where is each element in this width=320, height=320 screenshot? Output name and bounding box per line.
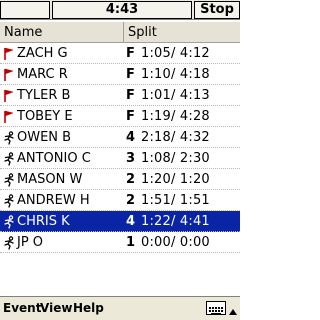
status-bar: 4:43 Stop [0,0,240,20]
runner-lap: F [126,88,135,103]
column-header-split[interactable]: Split [124,22,240,43]
list-header: Name Split [0,22,240,43]
runner-lap: F [126,67,135,82]
status-left-panel [0,1,50,19]
runner-row[interactable]: MARC R F 1:10/ 4:18 [0,64,240,85]
runner-name: ANDREW H [17,193,90,208]
runner-name: ZACH G [17,46,68,61]
runner-name: OWEN B [17,130,72,145]
runner-name: CHRIS K [17,214,70,229]
runner-lap: 4 [126,130,136,145]
runner-icon [2,131,16,145]
runner-row[interactable]: ANDREW H 2 1:51/ 1:51 [0,190,240,211]
runner-name: ANTONIO C [17,151,91,166]
runner-split: 1:10/ 4:18 [141,67,210,82]
runner-name: MASON W [17,172,83,187]
runner-split: 1:22/ 4:41 [141,214,210,229]
runner-icon [2,173,16,187]
menu-help[interactable]: Help [73,297,104,319]
runner-icon [2,236,16,250]
runner-icon [2,194,16,208]
menu-bar: Event View Help [0,296,240,320]
flag-icon [2,47,16,61]
runner-name: TYLER B [17,88,71,103]
runner-split: 2:18/ 4:32 [141,130,210,145]
runner-row[interactable]: OWEN B 4 2:18/ 4:32 [0,127,240,148]
runner-list: ZACH G F 1:05/ 4:12 MARC R F 1:10/ 4:18 TYLER … [0,43,240,253]
runner-row[interactable]: MASON W 2 1:20/ 1:20 [0,169,240,190]
runner-row[interactable]: ANTONIO C 3 1:08/ 2:30 [0,148,240,169]
runner-split: 1:20/ 1:20 [141,172,210,187]
runner-lap: 4 [126,214,136,229]
runner-row[interactable]: TYLER B F 1:01/ 4:13 [0,85,240,106]
elapsed-time: 4:43 [52,1,192,19]
runner-icon [2,152,16,166]
runner-split: 1:51/ 1:51 [141,193,210,208]
flag-icon [2,110,16,124]
runner-lap: F [126,109,135,124]
runner-lap: F [126,46,135,61]
flag-icon [2,68,16,82]
runner-name: MARC R [17,67,68,82]
runner-split: 0:00/ 0:00 [141,235,210,250]
runner-row[interactable]: ZACH G F 1:05/ 4:12 [0,43,240,64]
runner-lap: 2 [126,172,136,187]
runner-lap: 3 [126,151,136,166]
menu-event[interactable]: Event [3,297,41,319]
runner-split: 1:08/ 2:30 [141,151,210,166]
runner-split: 1:05/ 4:12 [141,46,210,61]
runner-split: 1:01/ 4:13 [141,88,210,103]
runner-row[interactable]: CHRIS K 4 1:22/ 4:41 [0,211,240,232]
flag-icon [2,89,16,103]
column-header-name[interactable]: Name [0,22,124,43]
input-menu-arrow-icon[interactable] [228,303,238,315]
runner-lap: 2 [126,193,136,208]
runner-row[interactable]: JP O 1 0:00/ 0:00 [0,232,240,253]
menu-view[interactable]: View [40,297,72,319]
keyboard-icon[interactable] [206,301,226,315]
runner-row[interactable]: TOBEY E F 1:19/ 4:28 [0,106,240,127]
runner-name: JP O [17,235,44,250]
runner-name: TOBEY E [17,109,73,124]
runner-split: 1:19/ 4:28 [141,109,210,124]
runner-icon [2,215,16,229]
runner-lap: 1 [126,235,136,250]
stop-button[interactable]: Stop [194,1,240,19]
